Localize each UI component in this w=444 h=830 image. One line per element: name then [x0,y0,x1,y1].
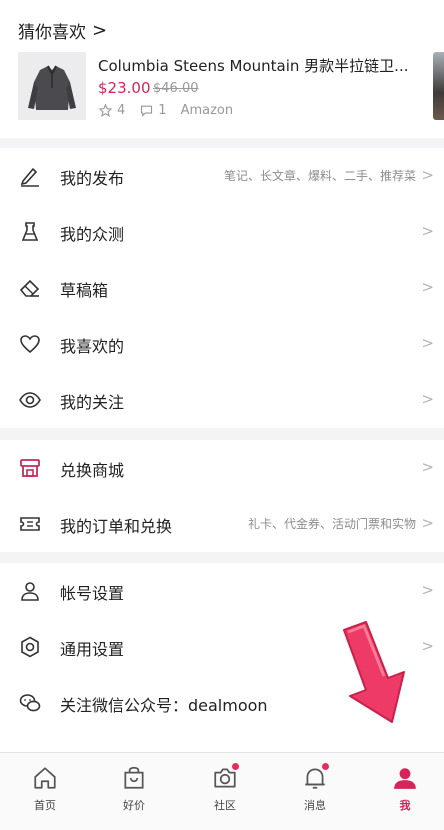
comments-count: 1 [158,103,167,118]
notification-dot [232,763,239,770]
pen-icon [18,164,42,188]
ticket-icon [18,512,42,536]
tab-deals[interactable]: 好价 [104,763,164,823]
tab-label: 消息 [304,799,326,812]
chevron-right-icon: > [421,222,434,240]
user-icon [18,579,42,603]
menu-item-label: 我的关注 [60,393,125,412]
product-likes[interactable]: 4 [98,103,125,118]
bell-icon [300,763,330,793]
menu-item-label: 帐号设置 [60,584,125,603]
recommend-card: 猜你喜欢 > Columbia Steens Mountain 男款半拉链卫..… [0,0,444,138]
menu-item-favorites[interactable]: 我喜欢的 > [0,316,444,372]
tab-label: 好价 [123,799,145,812]
tab-label: 首页 [34,799,56,812]
menu-item-label: 关注微信公众号：dealmoon [60,696,268,715]
star-icon [98,103,113,118]
chevron-right-icon: > [421,166,434,184]
tab-label: 我 [399,799,411,812]
product-price: $23.00 [98,79,151,97]
menu-item-label: 我的订单和兑换 [60,517,173,536]
tab-me[interactable]: 我 [375,763,435,823]
camera-icon [210,763,240,793]
chevron-right-icon: > [421,637,434,655]
chevron-right-icon: > [421,334,434,352]
product-name[interactable]: Columbia Steens Mountain 男款半拉链卫... [98,55,423,76]
menu-item-orders[interactable]: 我的订单和兑换 礼卡、代金券、活动门票和实物 > [0,496,444,552]
eraser-icon [18,276,42,300]
heart-icon [18,332,42,356]
likes-count: 4 [117,103,126,118]
eye-icon [18,388,42,412]
recommend-title-label: 猜你喜欢 [18,23,86,43]
product-original-price: $46.00 [153,81,199,96]
product-meta: 4 1 Amazon [98,103,233,118]
profile-page: 猜你喜欢 > Columbia Steens Mountain 男款半拉链卫..… [0,0,444,830]
tab-community[interactable]: 社区 [195,763,255,823]
menu-item-my-tests[interactable]: 我的众测 > [0,204,444,260]
menu-item-drafts[interactable]: 草稿箱 > [0,260,444,316]
wechat-icon [18,691,42,715]
menu-item-hint: 笔记、长文章、爆料、二手、推荐菜 [223,169,416,183]
menu-item-hint: 礼卡、代金券、活动门票和实物 [247,517,416,531]
settings-icon [18,635,42,659]
chevron-right-icon: > [421,390,434,408]
tab-label: 社区 [214,799,236,812]
menu-group-content: 我的发布 笔记、长文章、爆料、二手、推荐菜 > 我的众测 > 草稿箱 > 我喜欢… [0,148,444,428]
comment-icon [141,105,153,117]
menu-item-label: 草稿箱 [60,281,109,300]
menu-group-shop: 兑换商城 > 我的订单和兑换 礼卡、代金券、活动门票和实物 > [0,440,444,552]
shop-icon [18,456,42,480]
product-comments[interactable]: 1 [139,103,167,118]
menu-item-my-posts[interactable]: 我的发布 笔记、长文章、爆料、二手、推荐菜 > [0,148,444,204]
menu-item-label: 兑换商城 [60,461,125,480]
chevron-right-icon: > [421,278,434,296]
bottom-tab-bar: 首页 好价 社区 消息 我 [0,752,444,830]
menu-item-points-mall[interactable]: 兑换商城 > [0,440,444,496]
product-image[interactable] [18,52,86,120]
arrow-pointer-icon [343,621,405,723]
menu-item-label: 我喜欢的 [60,337,125,356]
home-icon [30,763,60,793]
menu-item-following[interactable]: 我的关注 > [0,372,444,428]
menu-item-label: 通用设置 [60,640,125,659]
chevron-right-icon: > [421,514,434,532]
notification-dot [322,763,329,770]
recommend-title[interactable]: 猜你喜欢 > [18,18,107,43]
chevron-right-icon: > [421,581,434,599]
chevron-right-icon: > [421,458,434,476]
product-store: Amazon [180,103,234,118]
menu-item-account-settings[interactable]: 帐号设置 > [0,563,444,619]
profile-icon [390,763,420,793]
menu-item-label: 我的发布 [60,169,125,188]
tab-home[interactable]: 首页 [15,763,75,823]
next-product-image[interactable] [433,52,444,120]
flask-icon [18,220,42,244]
chevron-right-icon: > [92,20,108,41]
menu-item-label: 我的众测 [60,225,125,244]
tab-messages[interactable]: 消息 [285,763,345,823]
bag-icon [119,763,149,793]
